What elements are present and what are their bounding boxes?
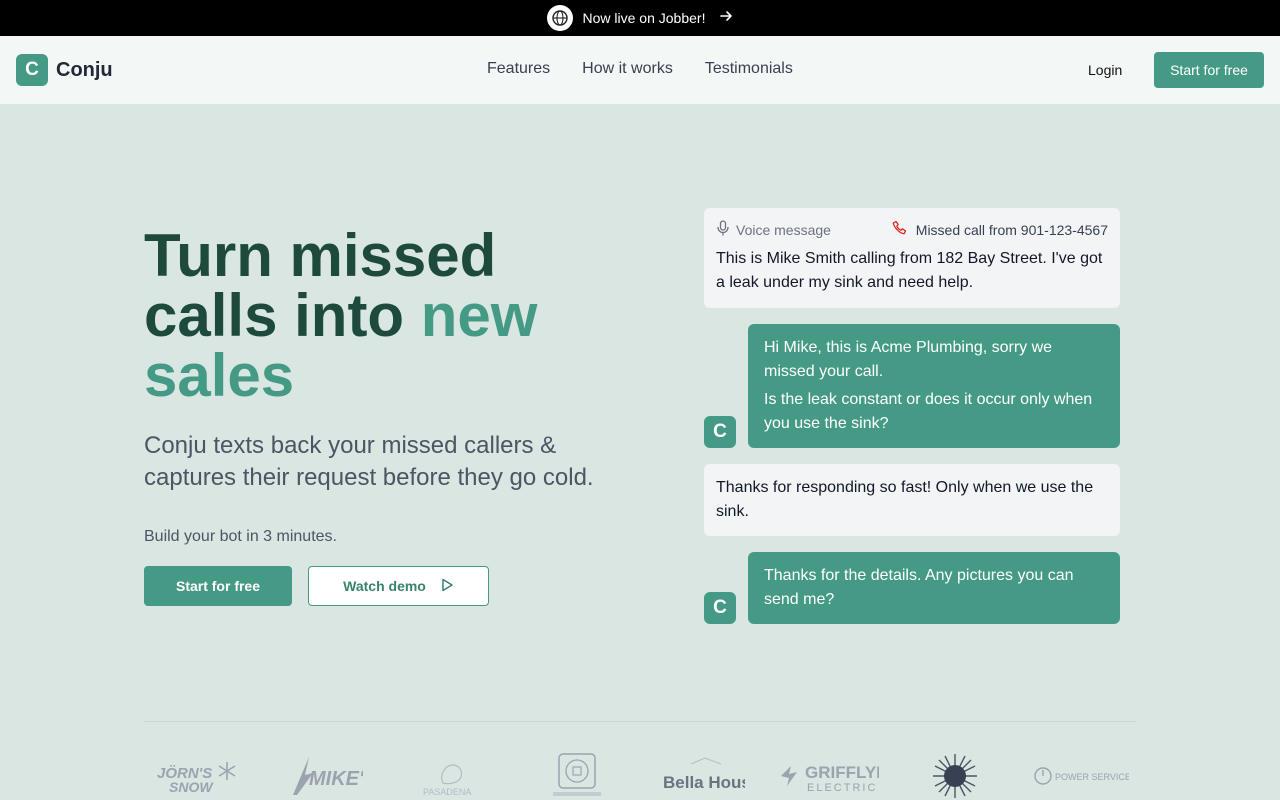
brand-logo[interactable]: C Conju [16,54,113,86]
missed-call-icon [892,220,910,239]
window-icon [565,759,589,783]
hero-title: Turn missed calls into new sales [144,226,664,406]
bot-message-bubble: Thanks for the details. Any pictures you… [748,552,1120,624]
watch-demo-label: Watch demo [343,578,426,594]
missed-call-text: Missed call from 901-123-4567 [915,221,1108,238]
play-icon [440,578,454,595]
logo-mark-text: MIKE'S [309,768,363,790]
bolt-icon [781,766,797,786]
bot-avatar: C [704,592,736,624]
customer-message-bubble: Thanks for responding so fast! Only when… [704,464,1120,536]
hero-title-line1: Turn missed [144,222,497,289]
customer-logo: MIKE'S [270,752,380,800]
nav-link-how-it-works[interactable]: How it works [582,60,673,78]
nav-links: Features How it works Testimonials [487,60,793,78]
voice-message-label: Voice message [736,221,831,238]
customer-logo: Bella House [648,752,758,800]
customer-logo: JÖRN'S SNOW [144,752,254,800]
logo-mark-text: ELECTRIC [807,782,877,794]
bot-message-text: Thanks for the details. Any pictures you… [764,567,1074,608]
hero-title-accent-sales: sales [144,342,295,409]
customer-logos: JÖRN'S SNOW MIKE'S PASADENA Bella House [144,752,1136,800]
bot-message-row: C Hi Mike, this is Acme Plumbing, sorry … [704,324,1120,448]
announcement-text[interactable]: Now live on Jobber! [583,10,706,26]
customer-logo [900,752,1010,800]
snowflake-icon [218,762,236,780]
customer-logo: PASADENA [396,752,506,800]
brand-name: Conju [56,58,113,81]
bot-message-row: C Thanks for the details. Any pictures y… [704,552,1120,624]
logo-mark-text: POWER SERVICES [1055,772,1129,782]
sun-icon [933,754,977,798]
hero-tagline: Build your bot in 3 minutes. [144,528,337,545]
nav-link-testimonials[interactable]: Testimonials [705,60,793,78]
login-link[interactable]: Login [1088,62,1122,78]
house-icon [441,764,463,785]
voice-message-card: Voice message Missed call from 901-123-4… [704,208,1120,308]
bot-message-text: Is the leak constant or does it occur on… [764,391,1093,432]
section-divider [144,721,1136,722]
customer-logo: POWER SERVICES [1026,752,1136,800]
bot-avatar: C [704,416,736,448]
nav-link-features[interactable]: Features [487,60,550,78]
hero-title-line2: calls into [144,282,405,349]
customer-logo [522,752,632,800]
missed-call-tag: Missed call from 901-123-4567 [892,220,1108,239]
brand-mark: C [16,54,48,86]
logo-mark-text: GRIFFLYN [805,763,879,782]
hero-subtitle: Conju texts back your missed callers & c… [144,432,594,491]
logo-mark-text: SNOW [169,779,214,795]
bot-message-text: Hi Mike, this is Acme Plumbing, sorry we… [764,339,1053,380]
globe-icon [546,5,573,31]
top-nav: C Conju Features How it works Testimonia… [0,36,1280,104]
roof-icon [690,757,722,765]
voice-message-transcript: This is Mike Smith calling from 182 Bay … [716,250,1103,291]
bot-message-bubble: Hi Mike, this is Acme Plumbing, sorry we… [748,324,1120,448]
voice-message-tag: Voice message [716,220,831,239]
logo-mark-text: Bella House [663,773,745,792]
watch-demo-button[interactable]: Watch demo [308,566,489,606]
hero-start-button[interactable]: Start for free [144,566,292,606]
customer-logo: GRIFFLYN ELECTRIC [774,752,884,800]
announcement-bar[interactable]: Now live on Jobber! [0,0,1280,36]
nav-start-button[interactable]: Start for free [1154,52,1264,88]
voice-message-header: Voice message Missed call from 901-123-4… [716,220,1108,239]
logo-mark-text: PASADENA [423,787,471,797]
microphone-icon [716,220,730,239]
arrow-right-icon [719,9,733,27]
hero-title-accent-new: new [420,282,538,349]
